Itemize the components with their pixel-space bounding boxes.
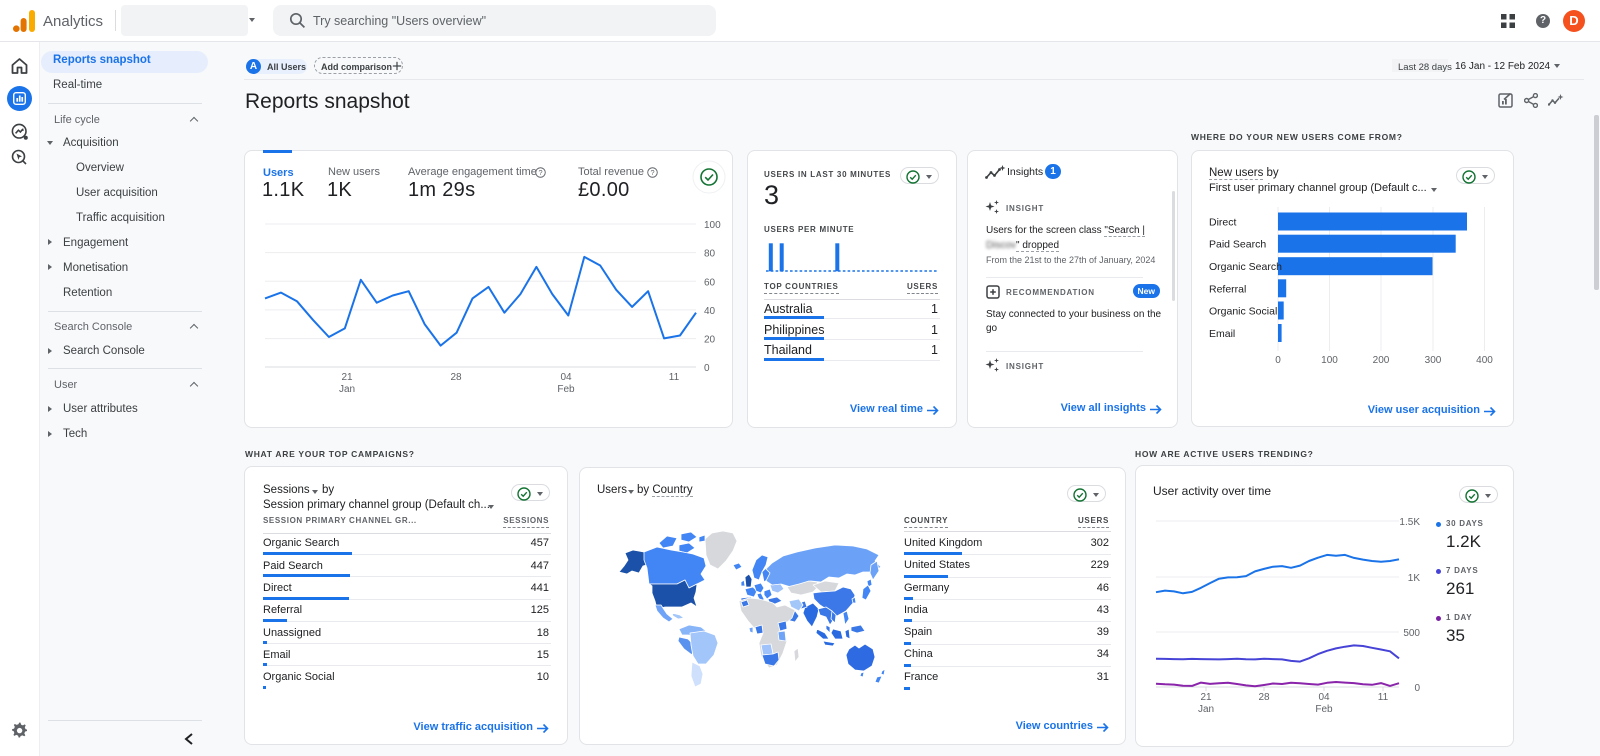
svg-text:500: 500: [1403, 628, 1420, 639]
svg-text:28: 28: [1258, 692, 1270, 703]
svg-text:1K: 1K: [1408, 573, 1421, 584]
svg-text:Feb: Feb: [1315, 704, 1333, 715]
svg-text:04: 04: [1318, 692, 1330, 703]
svg-text:11: 11: [669, 372, 680, 383]
svg-text:Jan: Jan: [1198, 704, 1214, 715]
svg-text:21: 21: [1200, 692, 1212, 703]
svg-text:Paid Search: Paid Search: [1209, 239, 1266, 251]
svg-text:?: ?: [538, 168, 542, 177]
svg-text:04: 04: [560, 372, 572, 383]
svg-text:Organic Search: Organic Search: [1209, 261, 1282, 273]
svg-text:400: 400: [1476, 355, 1493, 366]
svg-text:0: 0: [1275, 355, 1281, 366]
svg-text:Jan: Jan: [339, 384, 355, 395]
svg-text:Referral: Referral: [1209, 283, 1246, 295]
svg-text:Organic Social: Organic Social: [1209, 306, 1277, 318]
svg-text:300: 300: [1425, 355, 1442, 366]
svg-text:1.5K: 1.5K: [1399, 517, 1420, 528]
svg-text:?: ?: [650, 168, 654, 177]
svg-text:11: 11: [1378, 692, 1389, 703]
svg-text:100: 100: [1321, 355, 1338, 366]
svg-text:28: 28: [450, 372, 462, 383]
svg-text:Feb: Feb: [557, 384, 575, 395]
svg-text:80: 80: [704, 249, 716, 260]
svg-text:100: 100: [704, 220, 721, 231]
svg-text:0: 0: [1414, 683, 1420, 694]
svg-text:Email: Email: [1209, 328, 1235, 340]
svg-text:60: 60: [704, 277, 716, 288]
svg-text:20: 20: [704, 335, 716, 346]
svg-text:Direct: Direct: [1209, 217, 1237, 229]
svg-text:40: 40: [704, 306, 716, 317]
svg-text:21: 21: [341, 372, 353, 383]
svg-text:200: 200: [1373, 355, 1390, 366]
svg-text:0: 0: [704, 363, 710, 374]
